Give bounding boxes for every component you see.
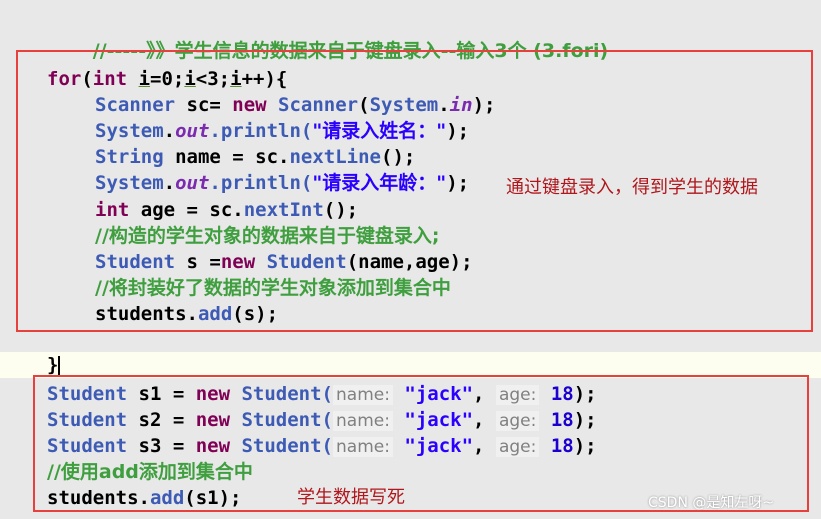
header-comment: //-----》》学生信息的数据来自于键盘录入--输入3个 (3.fori) bbox=[47, 12, 608, 62]
keyboard-input-note: 通过键盘录入，得到学生的数据 bbox=[506, 177, 758, 198]
code-editor[interactable]: //-----》》学生信息的数据来自于键盘录入--输入3个 (3.fori) f… bbox=[0, 0, 821, 519]
closing-brace: } bbox=[47, 354, 59, 376]
csdn-watermark: CSDN @是知左呀~ bbox=[648, 495, 775, 511]
hardcoded-data-note: 学生数据写死 bbox=[297, 487, 405, 508]
text-caret bbox=[58, 355, 61, 376]
